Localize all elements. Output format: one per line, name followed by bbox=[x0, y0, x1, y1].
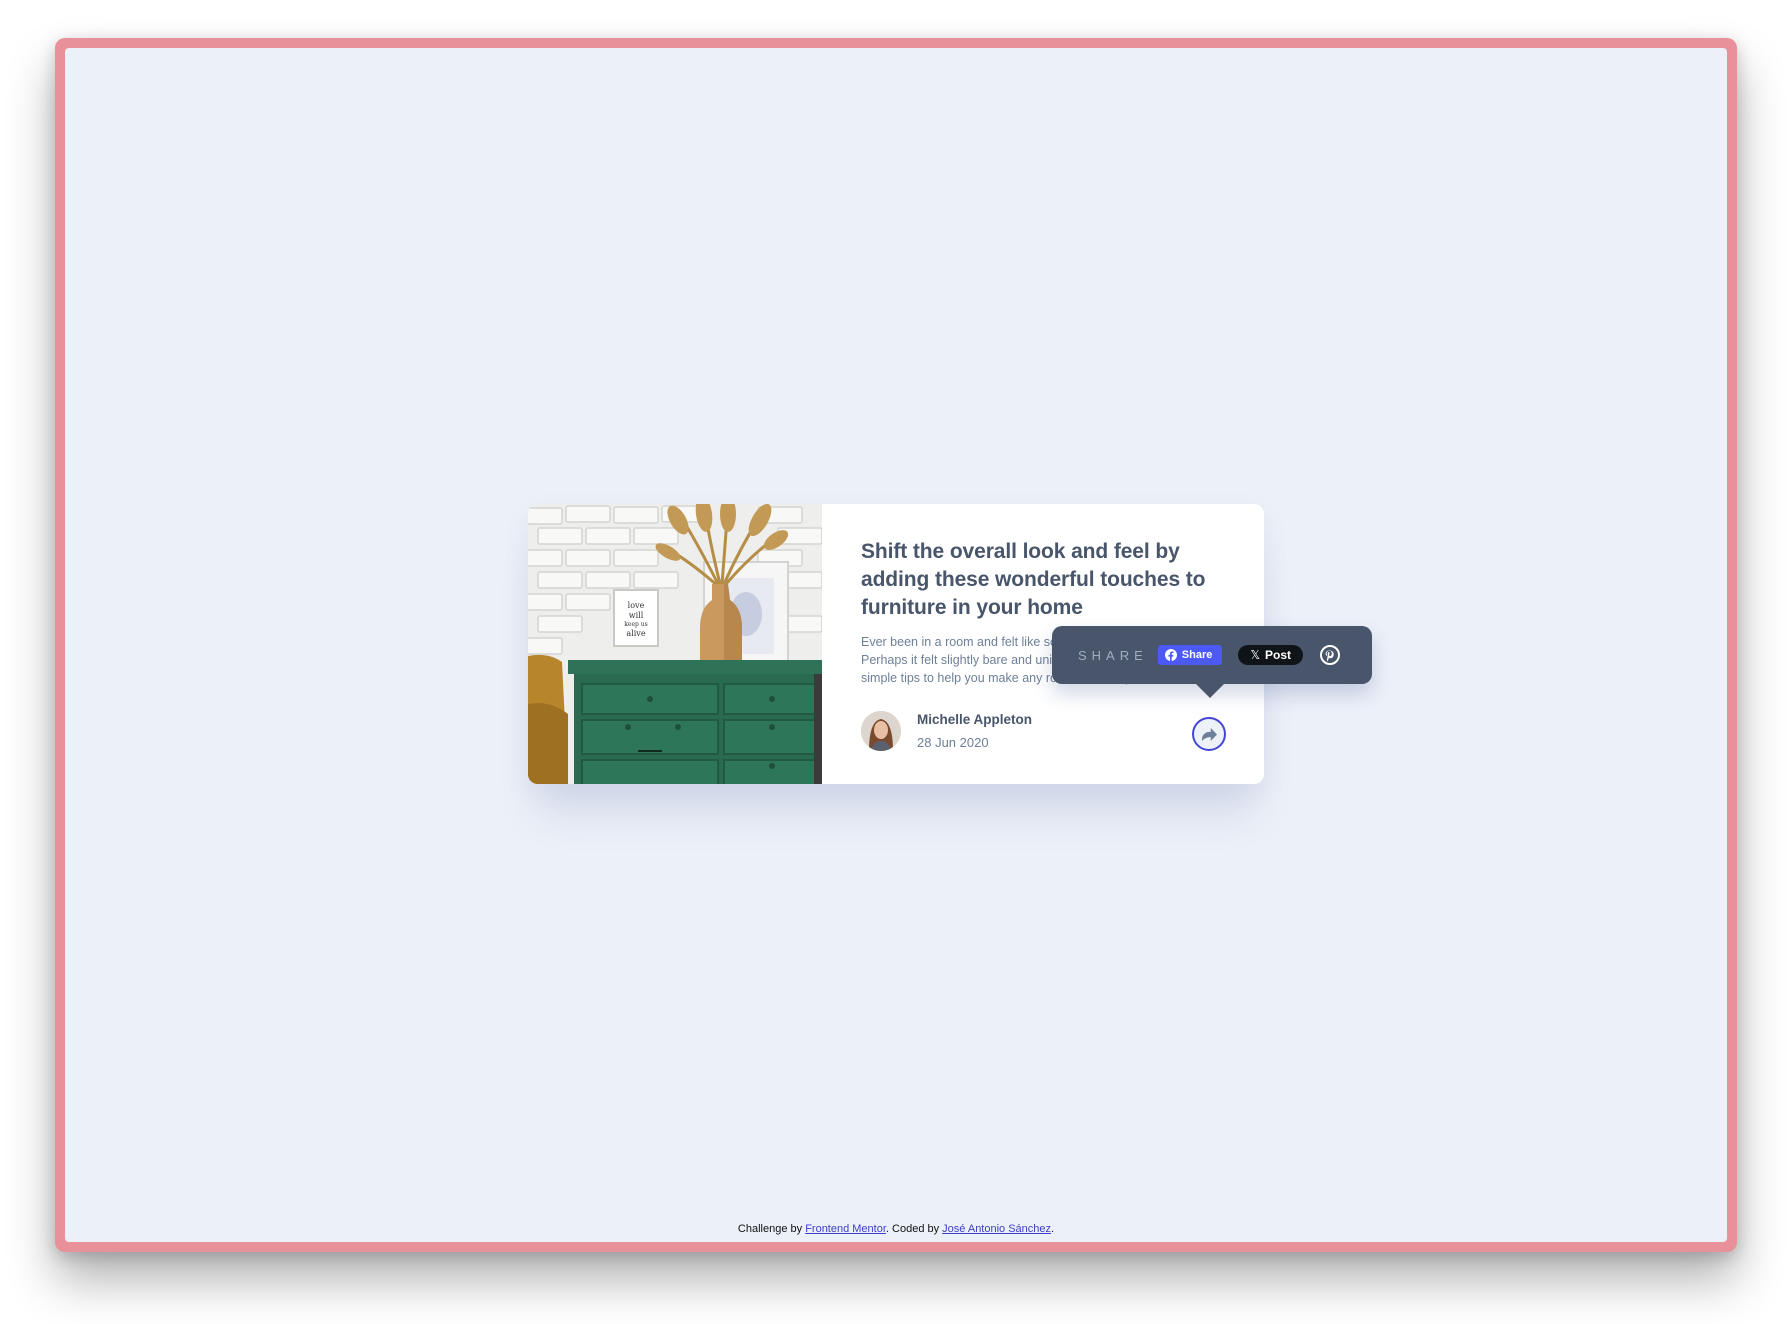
frontend-mentor-link[interactable]: Frontend Mentor bbox=[805, 1223, 886, 1235]
share-popup: SHARE Share 𝕏 Post bbox=[1052, 626, 1372, 698]
svg-text:keep us: keep us bbox=[624, 621, 647, 628]
article-title: Shift the overall look and feel by addin… bbox=[861, 540, 1206, 619]
author-name: Michelle Appleton bbox=[917, 712, 1033, 727]
pinterest-button[interactable] bbox=[1319, 644, 1341, 666]
drawers-photo: love will keep us alive bbox=[528, 504, 822, 784]
x-post-button[interactable]: 𝕏 Post bbox=[1238, 645, 1304, 665]
svg-text:will: will bbox=[629, 611, 644, 620]
attribution: Challenge by Frontend Mentor. Coded by J… bbox=[65, 1222, 1727, 1236]
svg-text:alive: alive bbox=[626, 629, 645, 638]
facebook-share-button[interactable]: Share bbox=[1157, 645, 1223, 665]
facebook-icon bbox=[1164, 649, 1177, 661]
publish-date: 28 Jun 2020 bbox=[917, 735, 989, 750]
author-link[interactable]: José Antonio Sánchez bbox=[942, 1223, 1051, 1235]
browser-window: love will keep us alive Shift the overal… bbox=[55, 38, 1737, 1252]
share-button[interactable] bbox=[1192, 717, 1226, 751]
avatar-photo bbox=[861, 711, 901, 751]
attribution-middle: . Coded by bbox=[885, 1223, 943, 1235]
page-viewport: love will keep us alive Shift the overal… bbox=[65, 48, 1727, 1242]
author-info: Michelle Appleton 28 Jun 2020 bbox=[917, 711, 1032, 751]
facebook-share-label: Share bbox=[1181, 649, 1213, 661]
share-label: SHARE bbox=[1078, 647, 1148, 663]
article-image: love will keep us alive bbox=[528, 504, 822, 784]
avatar bbox=[861, 711, 901, 751]
attribution-suffix: . bbox=[1051, 1223, 1055, 1235]
x-icon: 𝕏 bbox=[1250, 648, 1261, 662]
pinterest-icon bbox=[1320, 645, 1341, 665]
share-arrow-icon bbox=[1201, 727, 1217, 741]
author-block: Michelle Appleton 28 Jun 2020 bbox=[861, 711, 1032, 751]
x-post-label: Post bbox=[1265, 648, 1292, 662]
attribution-prefix: Challenge by bbox=[737, 1223, 806, 1235]
svg-text:love: love bbox=[628, 601, 645, 610]
